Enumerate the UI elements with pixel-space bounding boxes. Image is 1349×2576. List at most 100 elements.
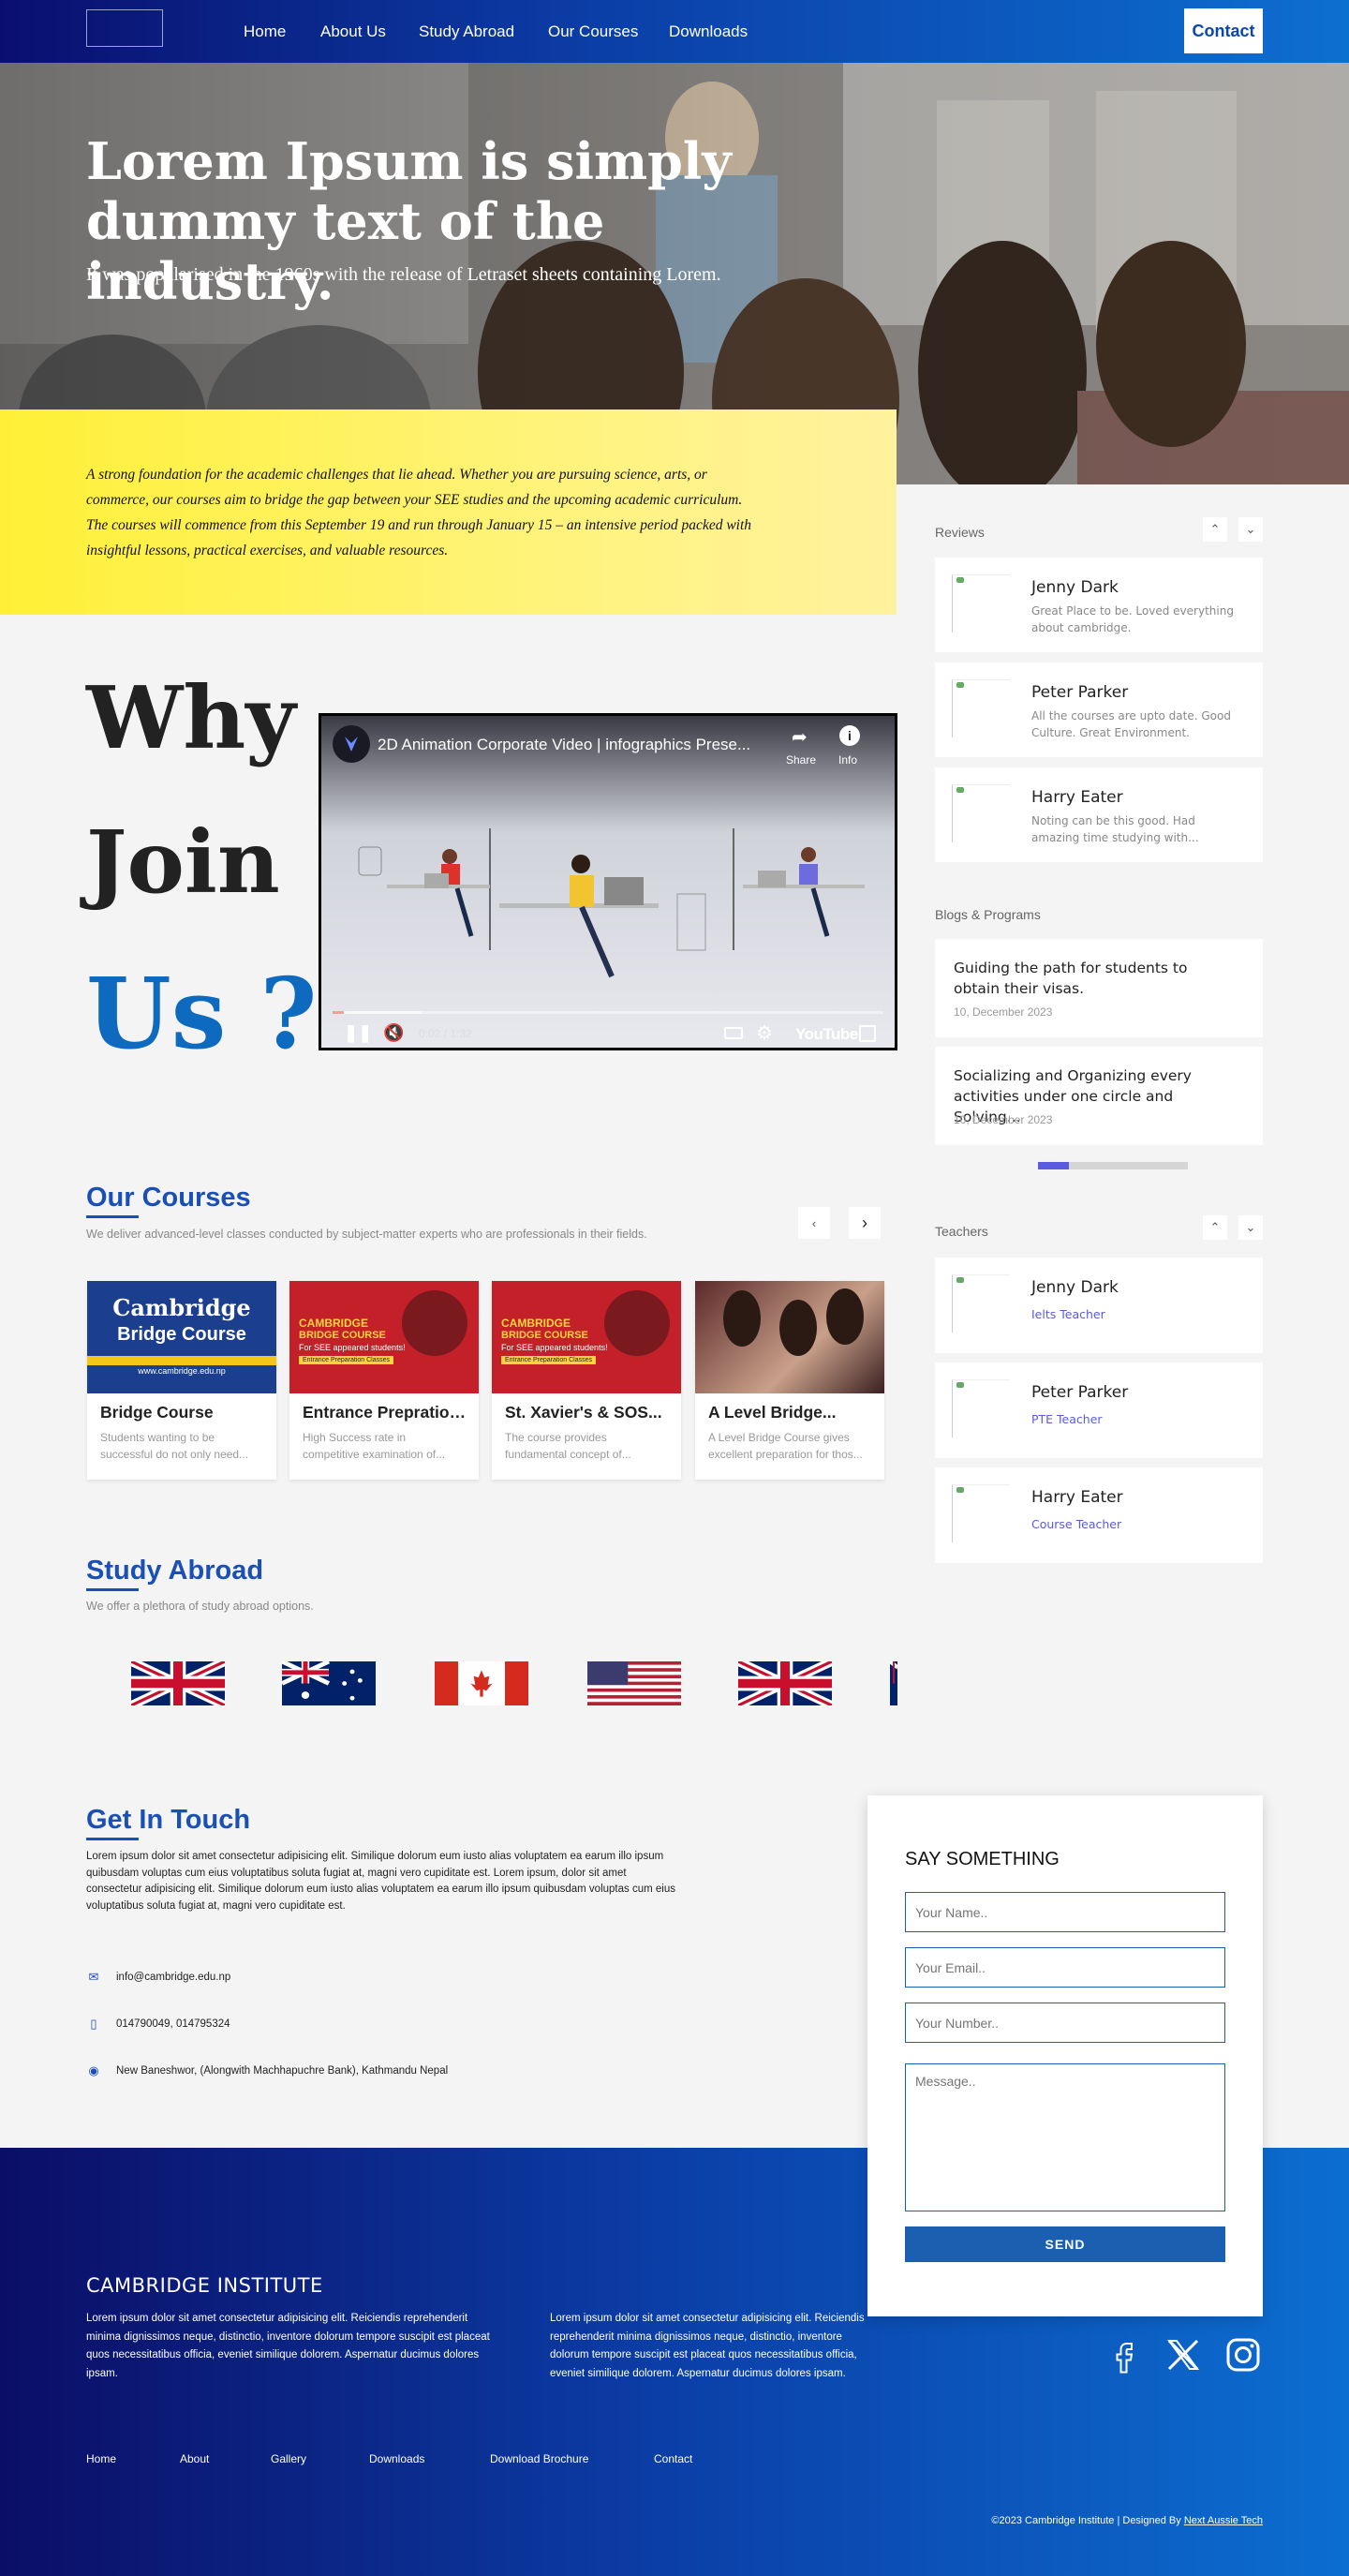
nav-downloads[interactable]: Downloads (669, 22, 748, 41)
video-player[interactable]: 2D Animation Corporate Video | infograph… (319, 713, 897, 1050)
reviewer-avatar (952, 679, 1010, 737)
reviews-prev-button[interactable]: ⌃ (1203, 517, 1227, 542)
fullscreen-icon[interactable] (859, 1025, 876, 1042)
reviewer-name: Peter Parker (1031, 683, 1129, 702)
blog-title: Guiding the path for students to obtain … (954, 960, 1188, 997)
blog-card[interactable]: Socializing and Organizing every activit… (935, 1047, 1263, 1145)
usa-flag[interactable] (587, 1661, 681, 1705)
blog-scrollbar[interactable] (1038, 1162, 1188, 1169)
channel-avatar-icon[interactable] (333, 725, 370, 763)
nav-home[interactable]: Home (244, 22, 286, 41)
footer-link-home[interactable]: Home (86, 2452, 116, 2465)
designer-link[interactable]: Next Aussie Tech (1184, 2515, 1263, 2526)
blog-scrollbar-thumb[interactable] (1038, 1162, 1069, 1169)
courses-title-underline (86, 1215, 139, 1218)
teacher-card: Jenny Dark Ielts Teacher (935, 1258, 1263, 1353)
youtube-logo[interactable]: YouTube (795, 1025, 858, 1044)
get-in-touch-title: Get In Touch (86, 1805, 251, 1835)
share-icon[interactable]: ➦ (792, 725, 808, 749)
study-abroad-title: Study Abroad (86, 1556, 264, 1586)
course-image-heading: CAMBRIDGE (501, 1317, 571, 1330)
reviewer-name: Harry Eater (1031, 788, 1123, 807)
contact-button[interactable]: Contact (1184, 8, 1263, 53)
australia-flag[interactable] (890, 1661, 897, 1705)
gear-icon[interactable]: ⚙ (756, 1021, 773, 1045)
contact-phone[interactable]: 014790049, 014795324 (116, 2018, 230, 2030)
review-card: Peter Parker All the courses are upto da… (935, 663, 1263, 757)
course-title: Entrance Prepration... (303, 1403, 471, 1422)
info-icon[interactable]: i (839, 725, 860, 746)
course-card[interactable]: CAMBRIDGE BRIDGE COURSE For SEE appeared… (492, 1281, 681, 1480)
nav-our-courses[interactable]: Our Courses (548, 22, 638, 41)
blog-date: 10, December 2023 (954, 1113, 1053, 1126)
course-image-subheading: BRIDGE COURSE (501, 1330, 588, 1341)
review-card: Harry Eater Noting can be this good. Had… (935, 767, 1263, 862)
why-heading-line1: Why (86, 667, 296, 768)
reviews-next-button[interactable]: ⌄ (1238, 517, 1263, 542)
teachers-title: Teachers (935, 1224, 988, 1239)
copyright-text: ©2023 Cambridge Institute | Designed By (991, 2515, 1184, 2526)
course-image: CAMBRIDGE BRIDGE COURSE For SEE appeared… (492, 1281, 681, 1393)
share-label[interactable]: Share (786, 753, 816, 767)
pause-icon[interactable]: ❚❚ (344, 1023, 372, 1043)
footer-link-gallery[interactable]: Gallery (271, 2452, 306, 2465)
teachers-prev-button[interactable]: ⌃ (1203, 1215, 1227, 1240)
courses-prev-button[interactable]: ‹ (798, 1207, 830, 1239)
teacher-card: Harry Eater Course Teacher (935, 1467, 1263, 1563)
courses-next-button[interactable]: › (849, 1207, 881, 1239)
canada-flag[interactable] (435, 1661, 528, 1705)
video-progress-track[interactable] (333, 1011, 883, 1014)
blogs-title: Blogs & Programs (935, 907, 1041, 922)
course-image-stripe (87, 1356, 276, 1365)
chevron-right-icon: › (862, 1213, 867, 1232)
course-image-people (604, 1290, 670, 1356)
teacher-name: Jenny Dark (1031, 1278, 1119, 1297)
number-input[interactable] (905, 2003, 1225, 2043)
study-abroad-subtitle: We offer a plethora of study abroad opti… (86, 1600, 314, 1613)
instagram-icon[interactable] (1224, 2336, 1262, 2374)
course-card[interactable]: A Level Bridge... A Level Bridge Course … (695, 1281, 884, 1480)
course-card[interactable]: Cambridge Bridge Course www.cambridge.ed… (87, 1281, 276, 1480)
footer-link-download-brochure[interactable]: Download Brochure (490, 2452, 588, 2465)
hero-subtitle: It was popularised in the 1960s with the… (86, 264, 721, 285)
teachers-next-button[interactable]: ⌄ (1238, 1215, 1263, 1240)
footer-title: CAMBRIDGE INSTITUTE (86, 2274, 323, 2297)
teacher-role: Ielts Teacher (1031, 1307, 1105, 1321)
course-title: A Level Bridge... (708, 1403, 837, 1422)
uk-flag[interactable] (738, 1661, 832, 1705)
teacher-avatar (952, 1274, 1010, 1333)
email-input[interactable] (905, 1947, 1225, 1988)
contact-email[interactable]: info@cambridge.edu.np (116, 1972, 230, 1983)
blog-card[interactable]: Guiding the path for students to obtain … (935, 939, 1263, 1037)
captions-icon[interactable] (724, 1027, 743, 1039)
course-image-people (402, 1290, 467, 1356)
footer-link-about[interactable]: About (180, 2452, 209, 2465)
name-input[interactable] (905, 1892, 1225, 1932)
site-logo[interactable] (86, 9, 163, 47)
course-card[interactable]: CAMBRIDGE BRIDGE COURSE For SEE appeared… (289, 1281, 479, 1480)
footer-link-contact[interactable]: Contact (654, 2452, 692, 2465)
course-image: CAMBRIDGE BRIDGE COURSE For SEE appeared… (289, 1281, 479, 1393)
nav-study-abroad[interactable]: Study Abroad (419, 22, 514, 41)
message-textarea[interactable] (905, 2063, 1225, 2211)
review-text: All the courses are upto date. Good Cult… (1031, 709, 1231, 739)
phone-icon: ▯ (90, 2017, 97, 2031)
facebook-icon[interactable] (1105, 2336, 1143, 2374)
contact-form: SAY SOMETHING SEND (867, 1795, 1263, 2316)
nav-about-us[interactable]: About Us (320, 22, 386, 41)
send-button[interactable]: SEND (905, 2226, 1225, 2262)
footer-link-downloads[interactable]: Downloads (369, 2452, 424, 2465)
form-title: SAY SOMETHING (905, 1849, 1060, 1869)
teacher-role: PTE Teacher (1031, 1412, 1103, 1426)
teacher-name: Peter Parker (1031, 1383, 1129, 1402)
get-in-touch-underline (86, 1838, 139, 1840)
course-description: A Level Bridge Course gives excellent pr… (708, 1431, 863, 1461)
course-description: The course provides fundamental concept … (505, 1431, 631, 1461)
mute-icon[interactable]: 🔇 (383, 1023, 404, 1043)
reviewer-avatar (952, 784, 1010, 842)
x-twitter-icon[interactable] (1164, 2336, 1202, 2374)
why-heading-line3: Us ? (86, 956, 318, 1071)
australia-flag[interactable] (282, 1661, 376, 1705)
video-title[interactable]: 2D Animation Corporate Video | infograph… (378, 736, 780, 754)
uk-flag[interactable] (131, 1661, 225, 1705)
